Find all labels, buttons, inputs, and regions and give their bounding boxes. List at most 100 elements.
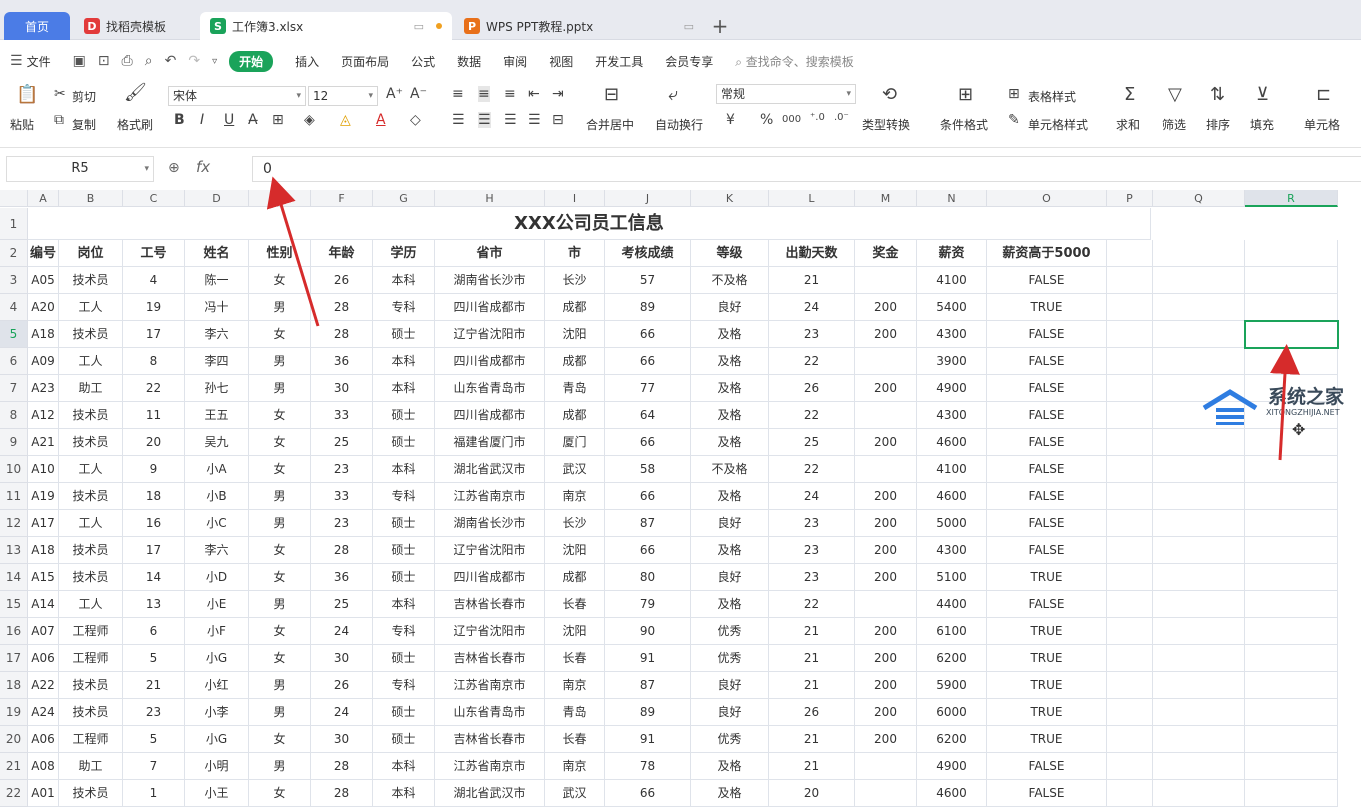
table-cell[interactable]: 本科	[373, 348, 435, 375]
spreadsheet-grid[interactable]: ABCDEFGHIJKLMNOPQR XXX公司员工信息 1 2 编号 岗位 工号 姓名性…	[0, 190, 1361, 808]
table-cell[interactable]: TRUE	[987, 294, 1107, 321]
table-cell[interactable]: 青岛	[545, 699, 605, 726]
row-header[interactable]: 12	[0, 510, 28, 537]
formula-input[interactable]: 0	[252, 156, 1361, 182]
empty-cell[interactable]	[1107, 591, 1153, 618]
table-cell[interactable]: 58	[605, 456, 691, 483]
sort-icon[interactable]: ⇅	[1210, 86, 1225, 104]
table-cell[interactable]: 77	[605, 375, 691, 402]
table-cell[interactable]: 及格	[691, 321, 769, 348]
table-cell[interactable]: 64	[605, 402, 691, 429]
table-cell[interactable]: FALSE	[987, 429, 1107, 456]
table-cell[interactable]: 25	[769, 429, 855, 456]
table-cell[interactable]: FALSE	[987, 348, 1107, 375]
table-cell[interactable]: 91	[605, 726, 691, 753]
table-cell[interactable]: 25	[311, 591, 373, 618]
table-cell[interactable]: 沈阳	[545, 537, 605, 564]
table-cell[interactable]: 技术员	[59, 780, 123, 807]
table-cell[interactable]: 南京	[545, 483, 605, 510]
filter-button[interactable]: 筛选	[1162, 116, 1186, 133]
name-box[interactable]: R5 ▾	[6, 156, 154, 182]
table-cell[interactable]: 男	[249, 483, 311, 510]
table-cell[interactable]: A08	[28, 753, 59, 780]
table-cell[interactable]: 优秀	[691, 726, 769, 753]
column-header[interactable]: G	[373, 190, 435, 207]
empty-cell[interactable]	[1245, 240, 1338, 267]
table-cell[interactable]: 21	[123, 672, 185, 699]
table-cell[interactable]: 4400	[917, 591, 987, 618]
table-cell[interactable]: A22	[28, 672, 59, 699]
table-cell[interactable]: 4900	[917, 375, 987, 402]
preview-icon[interactable]: ⌕	[145, 53, 153, 69]
table-cell[interactable]: 22	[769, 348, 855, 375]
table-cell[interactable]: 男	[249, 348, 311, 375]
zoom-icon[interactable]: ⊕	[168, 160, 180, 176]
table-cell[interactable]: 6000	[917, 699, 987, 726]
table-cell[interactable]	[855, 402, 917, 429]
empty-cell[interactable]	[1107, 456, 1153, 483]
table-cell[interactable]: 女	[249, 456, 311, 483]
empty-cell[interactable]	[1245, 294, 1338, 321]
column-header[interactable]: L	[769, 190, 855, 207]
table-cell[interactable]: 18	[123, 483, 185, 510]
table-cell[interactable]: A23	[28, 375, 59, 402]
column-header[interactable]: M	[855, 190, 917, 207]
row-header[interactable]: 17	[0, 645, 28, 672]
table-cell[interactable]: A06	[28, 726, 59, 753]
table-cell[interactable]: A01	[28, 780, 59, 807]
table-cell[interactable]: 吉林省长春市	[435, 591, 545, 618]
table-cell[interactable]: 20	[123, 429, 185, 456]
table-cell[interactable]: 陈一	[185, 267, 249, 294]
table-cell[interactable]: 23	[769, 321, 855, 348]
empty-cell[interactable]	[1153, 240, 1245, 267]
scissors-icon[interactable]: ✂	[54, 86, 66, 102]
table-cell[interactable]: 30	[311, 645, 373, 672]
table-cell[interactable]: 200	[855, 699, 917, 726]
table-cell[interactable]: 女	[249, 726, 311, 753]
table-cell[interactable]: 4100	[917, 267, 987, 294]
table-cell[interactable]: 及格	[691, 375, 769, 402]
table-cell[interactable]: 66	[605, 483, 691, 510]
row-header[interactable]: 20	[0, 726, 28, 753]
table-cell[interactable]: 成都	[545, 402, 605, 429]
table-cell[interactable]: 及格	[691, 591, 769, 618]
row-header[interactable]: 13	[0, 537, 28, 564]
table-cell[interactable]: 66	[605, 780, 691, 807]
monitor-icon[interactable]: ▭	[414, 20, 424, 33]
table-cell[interactable]: TRUE	[987, 726, 1107, 753]
indent-increase-icon[interactable]: ⇥	[552, 86, 564, 102]
table-cell[interactable]: 80	[605, 564, 691, 591]
table-cell[interactable]: FALSE	[987, 456, 1107, 483]
table-cell[interactable]: 女	[249, 645, 311, 672]
table-cell[interactable]	[855, 456, 917, 483]
table-cell[interactable]: 良好	[691, 294, 769, 321]
table-cell[interactable]: 及格	[691, 537, 769, 564]
empty-cell[interactable]	[1245, 348, 1338, 375]
empty-cell[interactable]	[1245, 591, 1338, 618]
decimal-decrease-icon[interactable]: .0⁻	[834, 112, 849, 123]
table-cell[interactable]	[855, 348, 917, 375]
table-cell[interactable]: 及格	[691, 402, 769, 429]
table-cell[interactable]: 硕士	[373, 402, 435, 429]
table-cell[interactable]: 5	[123, 726, 185, 753]
row-header[interactable]: 4	[0, 294, 28, 321]
thousands-icon[interactable]: 000	[782, 114, 801, 125]
table-cell[interactable]: 23	[769, 537, 855, 564]
table-cell[interactable]: 及格	[691, 429, 769, 456]
row-header[interactable]: 18	[0, 672, 28, 699]
border-icon[interactable]: ⊞	[272, 112, 284, 128]
table-cell[interactable]: 4600	[917, 780, 987, 807]
table-cell[interactable]: 李四	[185, 348, 249, 375]
currency-icon[interactable]: ¥	[726, 112, 735, 128]
column-title-cell[interactable]: 姓名	[185, 240, 249, 267]
table-cell[interactable]: 24	[311, 618, 373, 645]
table-cell[interactable]: 200	[855, 375, 917, 402]
column-header[interactable]: F	[311, 190, 373, 207]
table-cell[interactable]: 男	[249, 591, 311, 618]
table-cell[interactable]: 4900	[917, 753, 987, 780]
table-cell[interactable]: 女	[249, 618, 311, 645]
align-top-icon[interactable]: ≡	[452, 86, 464, 102]
table-cell[interactable]: 6100	[917, 618, 987, 645]
table-cell[interactable]: 30	[311, 726, 373, 753]
column-title-cell[interactable]: 市	[545, 240, 605, 267]
